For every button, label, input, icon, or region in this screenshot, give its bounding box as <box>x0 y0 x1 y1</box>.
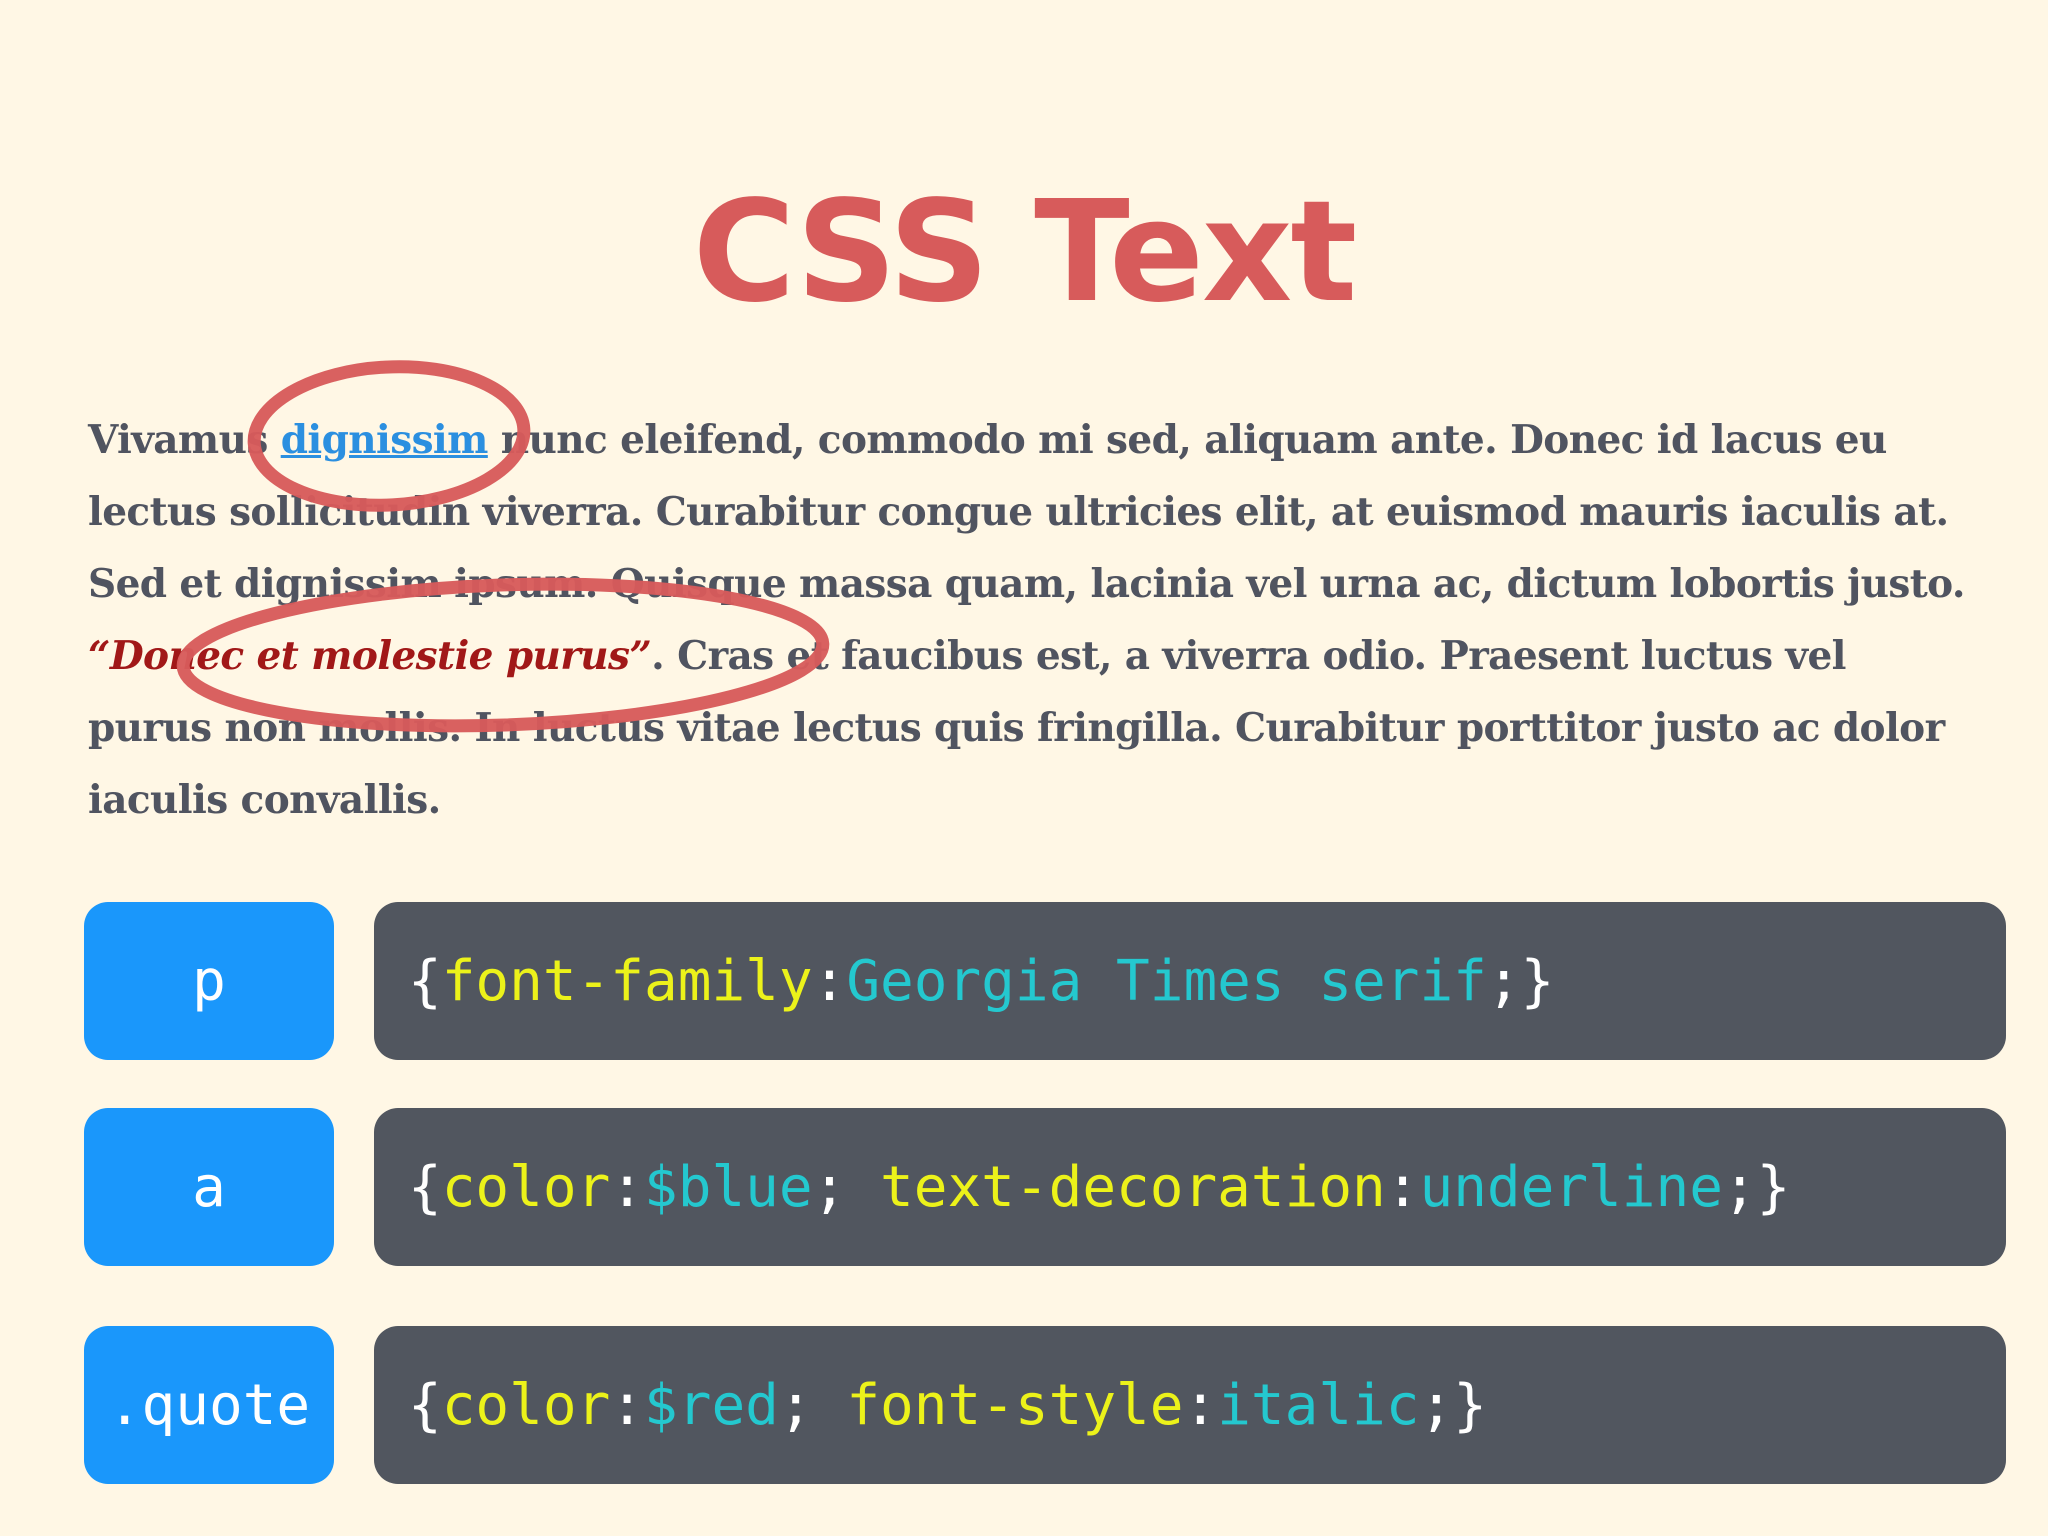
code-property: color <box>441 1154 611 1220</box>
code-colon: : <box>1385 1154 1420 1220</box>
code-colon: : <box>1183 1372 1218 1438</box>
code-value: underline <box>1419 1154 1723 1220</box>
code-brace: } <box>1520 948 1555 1014</box>
code-rule-p: {font-family: Georgia Times serif;} <box>374 902 2006 1060</box>
code-value: $red <box>644 1372 779 1438</box>
code-rule-quote: {color: $red; font-style: italic;} <box>374 1326 2006 1484</box>
code-colon: : <box>610 1154 645 1220</box>
code-value: $blue <box>644 1154 813 1220</box>
code-value: italic <box>1217 1372 1420 1438</box>
page-title: CSS Text <box>692 171 1358 334</box>
selector-p: p <box>84 902 334 1060</box>
selector-quote: .quote <box>84 1326 334 1484</box>
code-colon: : <box>812 948 847 1014</box>
code-property: text-decoration <box>880 1154 1386 1220</box>
code-brace: { <box>408 948 442 1014</box>
quote-text: “Donec et molestie purus” <box>88 633 652 679</box>
code-semicolon: ; <box>812 1154 881 1220</box>
code-semicolon: ; <box>1722 1154 1757 1220</box>
code-brace: { <box>408 1372 442 1438</box>
code-brace: { <box>408 1154 442 1220</box>
body-paragraph: Vivamus dignissim nunc eleifend, commodo… <box>88 404 1968 836</box>
code-semicolon: ; <box>1486 948 1521 1014</box>
code-value: Georgia Times serif <box>846 948 1487 1014</box>
code-rule-a: {color: $blue; text-decoration: underline;… <box>374 1108 2006 1266</box>
code-property: font-family <box>441 948 813 1014</box>
code-property: color <box>441 1372 611 1438</box>
dignissim-link[interactable]: dignissim <box>281 417 489 463</box>
code-semicolon: ; <box>778 1372 847 1438</box>
code-colon: : <box>610 1372 645 1438</box>
code-brace: } <box>1756 1154 1791 1220</box>
selector-a: a <box>84 1108 334 1266</box>
code-semicolon: ; <box>1419 1372 1454 1438</box>
code-brace: } <box>1453 1372 1487 1438</box>
code-property: font-style <box>846 1372 1184 1438</box>
paragraph-text: Vivamus <box>88 417 281 463</box>
